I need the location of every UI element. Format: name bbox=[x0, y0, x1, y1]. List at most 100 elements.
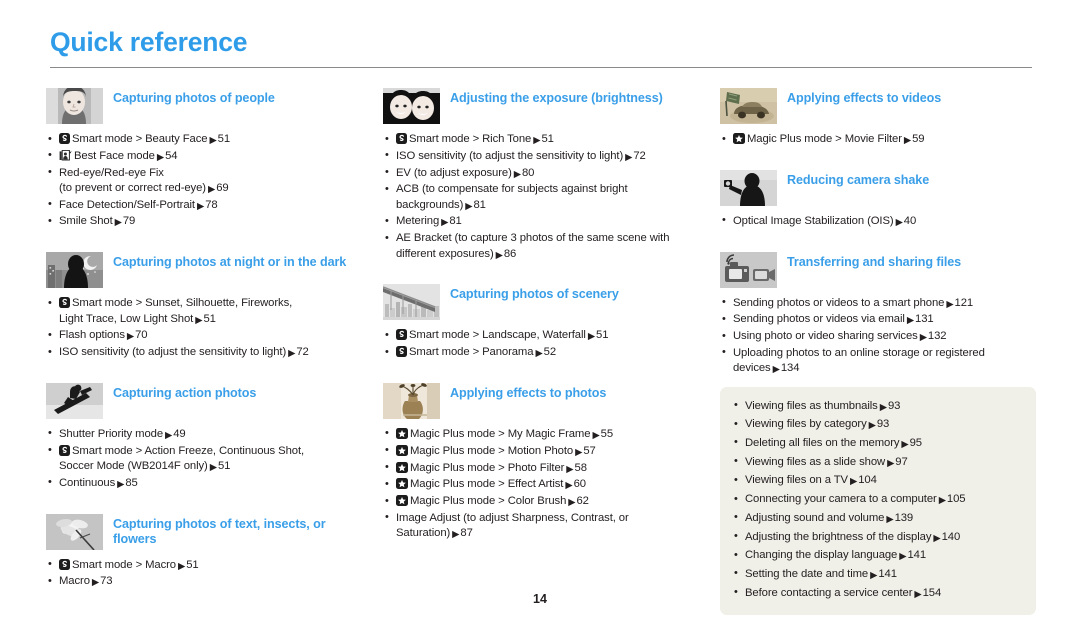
list-item[interactable]: Deleting all files on the memory▶95 bbox=[730, 434, 1022, 454]
list-item-label: Uploading photos to an online storage or… bbox=[733, 346, 985, 375]
page-reference-arrow-icon: ▶ bbox=[565, 480, 573, 492]
list-item[interactable]: Magic Plus mode > Movie Filter▶59 bbox=[720, 131, 1036, 148]
page-reference-number: 131 bbox=[915, 313, 934, 326]
list-item[interactable]: EV (to adjust exposure)▶80 bbox=[383, 165, 703, 182]
page-reference-number: 86 bbox=[503, 247, 517, 260]
list-item[interactable]: Smart mode > Macro▶51 bbox=[46, 557, 366, 574]
section-capturing-photos-of-people: Capturing photos of people Smart mode > B… bbox=[46, 88, 366, 231]
page-reference-number: 80 bbox=[521, 166, 535, 179]
page-reference-arrow-icon: ▶ bbox=[592, 429, 600, 441]
list-item[interactable]: Viewing files on a TV▶104 bbox=[730, 472, 1022, 491]
list-item[interactable]: Smart mode > Rich Tone▶51 bbox=[383, 131, 703, 148]
list-item-label: AE Bracket (to capture 3 photos of the s… bbox=[396, 232, 670, 260]
page-reference-number: 121 bbox=[954, 296, 974, 309]
list-item[interactable]: Viewing files as thumbnails▶93 bbox=[730, 397, 1022, 417]
section-adjusting-the-exposure-brightness: Adjusting the exposure (brightness) Smart… bbox=[383, 88, 703, 263]
list-item[interactable]: Smile Shot▶79 bbox=[46, 214, 366, 230]
list-item[interactable]: Smart mode > Beauty Face▶51 bbox=[46, 131, 366, 148]
page-reference-number: 51 bbox=[203, 312, 216, 325]
list-item[interactable]: Smart mode > Landscape, Waterfall▶51 bbox=[383, 328, 703, 344]
list-item[interactable]: Changing the display language▶141 bbox=[730, 547, 1022, 566]
section-title: Applying effects to photos bbox=[450, 385, 607, 400]
list-item[interactable]: Magic Plus mode > Color Brush▶62 bbox=[383, 494, 703, 510]
magic-plus-icon bbox=[396, 461, 408, 473]
list-item[interactable]: Continuous▶85 bbox=[46, 475, 366, 492]
list-item-label: Red-eye/Red-eye Fix (to prevent or corre… bbox=[59, 166, 206, 194]
page-reference-number: 97 bbox=[895, 455, 908, 468]
page-reference-number: 85 bbox=[125, 476, 138, 489]
section-header: Reducing camera shake bbox=[720, 169, 1036, 210]
page-reference-number: 104 bbox=[858, 474, 877, 487]
list-item[interactable]: Metering▶81 bbox=[383, 214, 703, 230]
page-reference-number: 51 bbox=[541, 133, 554, 145]
page-reference-arrow-icon: ▶ bbox=[772, 364, 780, 376]
list-item[interactable]: Optical Image Stabilization (OIS)▶40 bbox=[720, 213, 1036, 230]
list-item[interactable]: Smart mode > Action Freeze, Continuous S… bbox=[46, 443, 366, 476]
page-reference-number: 51 bbox=[217, 133, 231, 145]
magic-plus-icon bbox=[396, 478, 408, 490]
list-item[interactable]: Viewing files as a slide show▶97 bbox=[730, 453, 1022, 473]
list-item[interactable]: Smart mode > Panorama▶52 bbox=[383, 345, 703, 361]
list-item[interactable]: Magic Plus mode > My Magic Frame▶55 bbox=[383, 426, 703, 443]
magic-plus-icon bbox=[396, 495, 408, 507]
page-reference-number: 93 bbox=[887, 399, 901, 412]
page-reference-arrow-icon: ▶ bbox=[906, 315, 915, 327]
page-reference-number: 60 bbox=[573, 478, 586, 491]
page-reference-arrow-icon: ▶ bbox=[209, 135, 217, 146]
camera-shake-thumbnail bbox=[720, 169, 777, 206]
list-item[interactable]: Using photo or video sharing services▶13… bbox=[720, 329, 1036, 345]
title-divider bbox=[50, 67, 1032, 68]
list-item-label: Metering bbox=[396, 215, 440, 228]
list-item[interactable]: Adjusting the brightness of the display▶… bbox=[730, 528, 1022, 548]
list-item[interactable]: Magic Plus mode > Effect Artist▶60 bbox=[383, 477, 703, 493]
list-item[interactable]: Sending photos or videos via email▶131 bbox=[720, 312, 1036, 328]
page-reference-number: 139 bbox=[894, 511, 914, 524]
list-item-label: Adjusting sound and volume bbox=[745, 511, 885, 524]
list-item[interactable]: Image Adjust (to adjust Sharpness, Contr… bbox=[383, 510, 703, 543]
list-item-label: Macro bbox=[59, 575, 90, 588]
page-reference-number: 81 bbox=[449, 215, 462, 228]
list-item[interactable]: Setting the date and time▶141 bbox=[730, 565, 1022, 585]
list-item[interactable]: ISO sensitivity (to adjust the sensitivi… bbox=[46, 345, 366, 361]
page-reference-number: 62 bbox=[576, 495, 589, 508]
smart-mode-icon bbox=[59, 558, 70, 570]
list-item[interactable]: Connecting your camera to a computer▶105 bbox=[730, 491, 1022, 510]
list-item[interactable]: Shutter Priority mode▶49 bbox=[46, 426, 366, 443]
list-item[interactable]: Magic Plus mode > Photo Filter▶58 bbox=[383, 460, 703, 477]
list-item[interactable]: AE Bracket (to capture 3 photos of the s… bbox=[383, 231, 703, 263]
page-reference-number: 57 bbox=[583, 444, 596, 457]
list-item[interactable]: Face Detection/Self-Portrait▶78 bbox=[46, 197, 366, 214]
page-reference-number: 51 bbox=[186, 558, 199, 571]
list-item[interactable]: Viewing files by category▶93 bbox=[730, 416, 1022, 435]
list-item[interactable]: Flash options▶70 bbox=[46, 328, 366, 344]
section-list: Smart mode > Rich Tone▶51ISO sensitivity… bbox=[383, 131, 703, 263]
page-reference-number: 140 bbox=[941, 530, 961, 543]
page-reference-arrow-icon: ▶ bbox=[919, 332, 927, 344]
list-item[interactable]: Uploading photos to an online storage or… bbox=[720, 345, 1036, 378]
page-reference-number: 54 bbox=[165, 149, 178, 162]
page-reference-arrow-icon: ▶ bbox=[870, 569, 878, 581]
list-item[interactable]: Magic Plus mode > Motion Photo▶57 bbox=[383, 443, 703, 460]
section-transferring-and-sharing-files: Transferring and sharing files Sending ph… bbox=[720, 251, 1036, 378]
list-item[interactable]: Best Face mode▶54 bbox=[46, 148, 366, 165]
list-item[interactable]: Macro▶73 bbox=[46, 574, 366, 590]
page-reference-arrow-icon: ▶ bbox=[465, 200, 473, 212]
list-item[interactable]: ISO sensitivity (to adjust the sensitivi… bbox=[383, 148, 703, 165]
page-reference-number: 141 bbox=[907, 549, 927, 562]
section-title: Capturing action photos bbox=[113, 385, 257, 400]
page-reference-arrow-icon: ▶ bbox=[568, 497, 576, 509]
list-item[interactable]: Adjusting sound and volume▶139 bbox=[730, 509, 1022, 529]
list-item[interactable]: Smart mode > Sunset, Silhouette, Firewor… bbox=[46, 296, 366, 328]
smart-mode-icon bbox=[396, 329, 407, 341]
general-tasks-callout: Viewing files as thumbnails▶93Viewing fi… bbox=[720, 386, 1036, 616]
page-reference-arrow-icon: ▶ bbox=[91, 577, 100, 589]
page-reference-arrow-icon: ▶ bbox=[587, 331, 596, 343]
section-title: Capturing photos at night or in the dark bbox=[113, 255, 347, 270]
wifi-camera-transfer-thumbnail bbox=[720, 251, 777, 288]
list-item[interactable]: ACB (to compensate for subjects against … bbox=[383, 182, 703, 214]
list-item[interactable]: Red-eye/Red-eye Fix (to prevent or corre… bbox=[46, 165, 366, 198]
section-header: Capturing photos at night or in the dark bbox=[46, 252, 366, 292]
list-item[interactable]: Sending photos or videos to a smart phon… bbox=[720, 295, 1036, 312]
